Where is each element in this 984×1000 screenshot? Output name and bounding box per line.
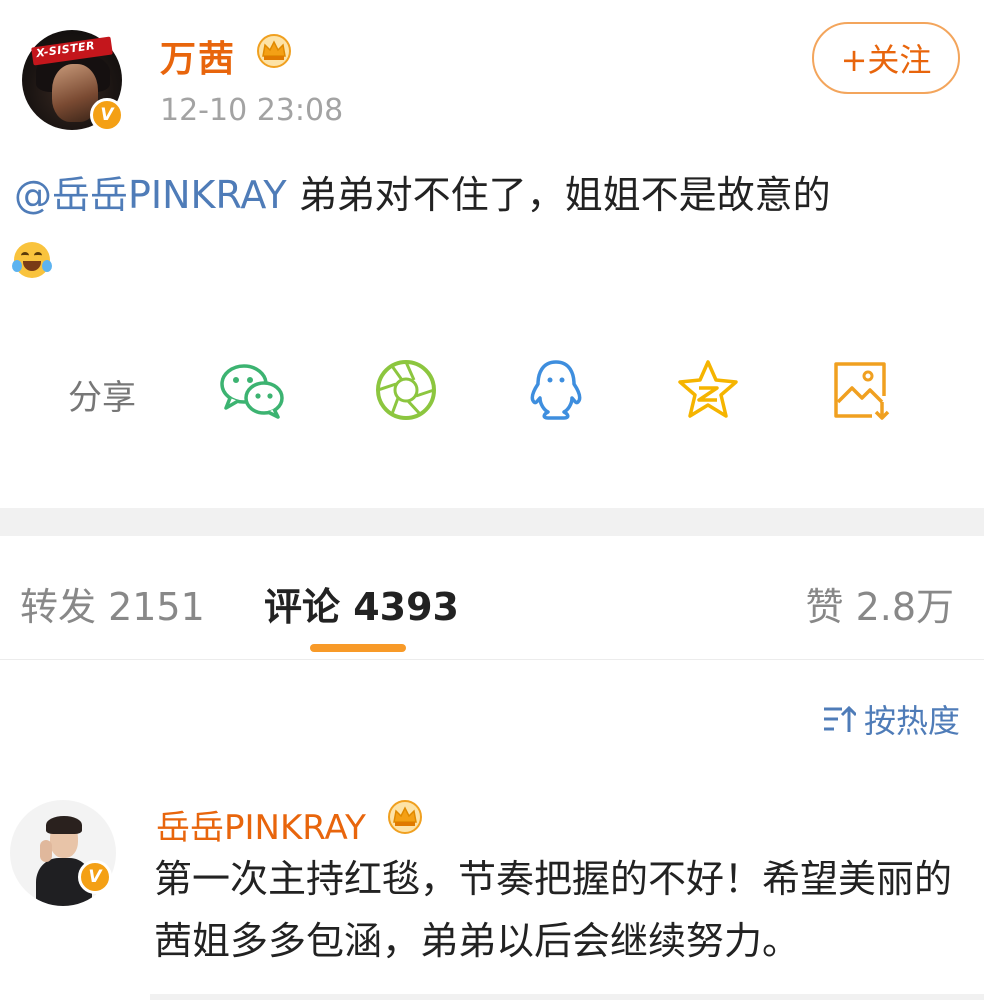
post-card: X-SISTER V 万茜 12-10 23:08 +关注 @岳岳PINKRAY… [0,0,984,508]
tab-reposts[interactable]: 转发 2151 [20,576,205,631]
author-name[interactable]: 万茜 [160,30,236,82]
verified-badge-icon: V [78,860,112,894]
active-tab-indicator [310,644,406,652]
crown-vip-icon [257,34,291,68]
tab-likes[interactable]: 赞 2.8万 [805,576,954,631]
reply-area-strip [150,994,984,1000]
save-image-icon[interactable] [826,358,898,422]
post-timestamp: 12-10 23:08 [160,93,344,128]
post-text: 弟弟对不住了，姐姐不是故意的 [286,173,831,217]
verified-badge-icon: V [90,98,124,132]
moments-icon[interactable] [370,358,442,422]
share-row: 分享 [0,350,984,430]
avatar-hair [46,816,82,834]
interaction-tabs: 转发 2151 评论 4393 赞 2.8万 [0,536,984,660]
comment-text: 第一次主持红毯，节奏把握的不好！希望美丽的茜姐多多包涵，弟弟以后会继续努力。 [154,857,953,963]
sort-icon [823,705,856,732]
sort-by-hot-button[interactable]: 按热度 [822,696,960,742]
sort-label: 按热度 [863,702,960,740]
crown-vip-icon [388,800,422,834]
sort-row: 按热度 [0,690,984,750]
share-label: 分享 [68,378,136,418]
qzone-icon[interactable] [672,358,744,422]
post-content: @岳岳PINKRAY 弟弟对不住了，姐姐不是故意的 [12,165,954,285]
mention-link[interactable]: @岳岳PINKRAY [14,173,287,217]
laughing-crying-emoji-icon [12,241,52,278]
section-divider [0,508,984,536]
author-avatar[interactable]: X-SISTER V [22,30,124,132]
tab-comments[interactable]: 评论 4393 [264,576,459,631]
commenter-name[interactable]: 岳岳PINKRAY [156,800,366,849]
follow-button[interactable]: +关注 [812,22,960,94]
qq-icon[interactable] [520,358,592,422]
comment-item: V 岳岳PINKRAY 第一次主持红毯，节奏把握的不好！希望美丽的茜姐多多包涵，… [0,790,984,1000]
avatar-hand [40,840,52,862]
wechat-icon[interactable] [216,358,288,422]
